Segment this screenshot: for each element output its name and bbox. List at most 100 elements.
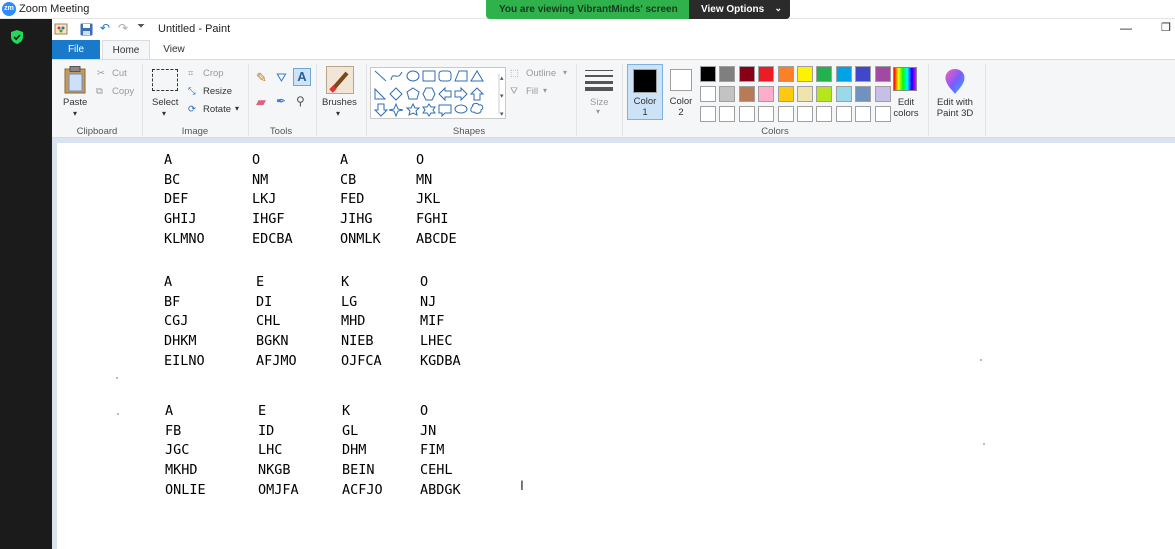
palette-color-swatch[interactable]: [719, 66, 736, 82]
palette-color-swatch[interactable]: [700, 66, 716, 82]
canvas-letter-line: OJFCA: [341, 352, 382, 369]
palette-color-swatch[interactable]: [797, 106, 813, 122]
eraser-icon[interactable]: ▰: [256, 94, 266, 110]
palette-color-swatch[interactable]: [874, 66, 891, 82]
edit-colors-button[interactable]: Edit colors: [889, 97, 923, 119]
canvas-speck: [983, 443, 985, 445]
palette-color-swatch[interactable]: [758, 106, 775, 122]
edit-colors-icon[interactable]: [893, 67, 917, 91]
screen-share-text: You are viewing VibrantMinds' screen: [499, 4, 678, 15]
canvas-letter-line: MN: [416, 171, 433, 188]
canvas-letter-line: BC: [164, 171, 181, 188]
palette-color-swatch[interactable]: [758, 86, 775, 102]
canvas-letter-line: AFJMO: [256, 352, 297, 369]
canvas-letter-line: CB: [340, 171, 357, 188]
text-cursor-icon: I: [520, 477, 524, 493]
tab-file[interactable]: File: [52, 40, 100, 59]
canvas-letter-line: LHC: [258, 442, 283, 459]
tab-view[interactable]: View: [152, 40, 196, 59]
rotate-dropdown-icon[interactable]: ▾: [235, 104, 239, 113]
size-dropdown-icon[interactable]: ▾: [596, 107, 600, 116]
crop-icon: ⌗: [188, 68, 194, 79]
copy-button[interactable]: Copy: [112, 86, 134, 97]
tab-home[interactable]: Home: [102, 40, 150, 59]
palette-color-swatch[interactable]: [758, 66, 775, 82]
restore-icon[interactable]: ❐: [1161, 21, 1171, 34]
canvas-letter-line: ABCDE: [416, 230, 457, 247]
text-tool-icon[interactable]: A: [293, 68, 311, 86]
paint-app-icon: [54, 23, 68, 35]
palette-color-swatch[interactable]: [738, 86, 755, 102]
rotate-button[interactable]: Rotate: [203, 104, 231, 115]
crop-button[interactable]: Crop: [203, 68, 224, 79]
select-icon[interactable]: [152, 69, 178, 91]
undo-icon[interactable]: ↶: [100, 21, 110, 35]
palette-color-swatch[interactable]: [835, 106, 852, 122]
canvas-letter-line: DEF: [164, 191, 189, 208]
color1-label[interactable]: Color 1: [633, 96, 657, 118]
view-options-button[interactable]: View Options ⌄: [689, 0, 790, 19]
brushes-dropdown-icon[interactable]: ▾: [336, 109, 340, 118]
palette-color-swatch[interactable]: [777, 86, 794, 102]
select-dropdown-icon[interactable]: ▾: [162, 109, 166, 118]
brushes-label[interactable]: Brushes: [322, 97, 357, 108]
save-icon[interactable]: [80, 23, 93, 36]
minimize-icon[interactable]: —: [1120, 21, 1132, 35]
palette-color-swatch[interactable]: [738, 106, 755, 122]
shapes-gallery[interactable]: ▴ ▾ ▾: [370, 67, 506, 119]
palette-color-swatch[interactable]: [797, 66, 813, 82]
palette-color-swatch[interactable]: [855, 86, 872, 102]
redo-icon[interactable]: ↷: [118, 21, 128, 35]
canvas-letter-line: MIF: [420, 313, 445, 330]
outline-dropdown-icon[interactable]: ▾: [563, 68, 567, 77]
pencil-icon[interactable]: ✎: [256, 70, 267, 86]
color-picker-icon[interactable]: ✒: [276, 94, 286, 108]
canvas-letter-line: O: [420, 403, 429, 419]
fill-bucket-icon[interactable]: ⛛: [276, 70, 287, 86]
magnifier-icon[interactable]: ⚲: [296, 94, 305, 108]
palette-color-swatch[interactable]: [777, 106, 794, 122]
chevron-down-icon: ⌄: [774, 3, 782, 13]
canvas-letter-line: FGHI: [416, 211, 449, 228]
color2-swatch[interactable]: [670, 69, 692, 91]
palette-color-swatch[interactable]: [835, 86, 852, 102]
paste-dropdown-icon[interactable]: ▾: [73, 109, 77, 118]
palette-color-swatch[interactable]: [797, 86, 813, 102]
drawing-canvas[interactable]: [57, 143, 1175, 549]
paste-icon[interactable]: [64, 66, 86, 94]
brushes-icon[interactable]: [326, 66, 354, 94]
palette-color-swatch[interactable]: [855, 66, 872, 82]
customize-quick-access-icon[interactable]: ⏷: [137, 21, 145, 32]
palette-color-swatch[interactable]: [777, 66, 794, 82]
window-title: Untitled - Paint: [158, 23, 231, 35]
palette-color-swatch[interactable]: [700, 106, 716, 122]
palette-color-swatch[interactable]: [816, 106, 833, 122]
palette-color-swatch[interactable]: [835, 66, 852, 82]
screen-share-banner: You are viewing VibrantMinds' screen Vie…: [486, 0, 790, 19]
paste-label[interactable]: Paste: [63, 97, 87, 108]
size-icon[interactable]: [585, 68, 613, 91]
resize-icon: ⤡: [188, 86, 196, 97]
copy-icon: ⧉: [96, 86, 103, 97]
palette-color-swatch[interactable]: [816, 66, 833, 82]
canvas-letter-line: BF: [164, 293, 181, 310]
palette-color-swatch[interactable]: [738, 66, 755, 82]
divider: [928, 64, 929, 136]
outline-button[interactable]: Outline: [526, 68, 556, 79]
cut-button[interactable]: Cut: [112, 68, 127, 79]
edit-with-paint3d-button[interactable]: Edit with Paint 3D: [933, 97, 977, 119]
fill-dropdown-icon[interactable]: ▾: [543, 86, 547, 95]
shield-icon[interactable]: [11, 30, 23, 44]
fill-button[interactable]: Fill: [526, 86, 538, 97]
palette-color-swatch[interactable]: [700, 86, 716, 102]
canvas-letter-line: E: [258, 403, 267, 419]
shapes-group-label: Shapes: [452, 126, 486, 137]
palette-color-swatch[interactable]: [816, 86, 833, 102]
palette-color-swatch[interactable]: [719, 106, 736, 122]
palette-color-swatch[interactable]: [719, 86, 736, 102]
color2-label[interactable]: Color 2: [668, 96, 694, 118]
resize-button[interactable]: Resize: [203, 86, 232, 97]
palette-color-swatch[interactable]: [855, 106, 872, 122]
select-label[interactable]: Select: [152, 97, 178, 108]
paint3d-icon[interactable]: [942, 67, 968, 95]
